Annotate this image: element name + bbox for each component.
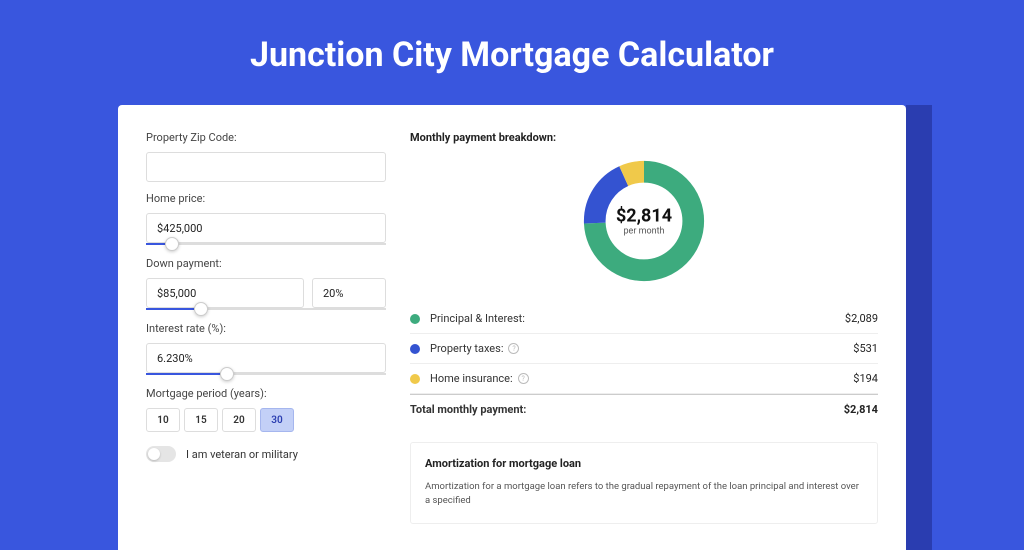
dot-icon bbox=[410, 314, 420, 324]
price-slider[interactable] bbox=[146, 241, 386, 247]
breakdown-row-tax: Property taxes:? $531 bbox=[410, 334, 878, 364]
breakdown-ins-label: Home insurance:? bbox=[430, 372, 853, 385]
breakdown-tax-label: Property taxes:? bbox=[430, 342, 853, 355]
donut-chart: $2,814 per month bbox=[579, 156, 709, 286]
down-field: Down payment: bbox=[146, 257, 386, 312]
period-label: Mortgage period (years): bbox=[146, 387, 386, 400]
down-pct-input[interactable] bbox=[312, 278, 386, 308]
breakdown-title: Monthly payment breakdown: bbox=[410, 131, 878, 144]
price-input[interactable] bbox=[146, 213, 386, 243]
down-label: Down payment: bbox=[146, 257, 386, 270]
period-20-button[interactable]: 20 bbox=[222, 408, 256, 432]
period-field: Mortgage period (years): 10 15 20 30 bbox=[146, 387, 386, 432]
rate-label: Interest rate (%): bbox=[146, 322, 386, 335]
period-15-button[interactable]: 15 bbox=[184, 408, 218, 432]
zip-label: Property Zip Code: bbox=[146, 131, 386, 144]
dot-icon bbox=[410, 374, 420, 384]
donut-chart-wrap: $2,814 per month bbox=[410, 156, 878, 286]
veteran-row: I am veteran or military bbox=[146, 446, 386, 462]
breakdown-total-value: $2,814 bbox=[844, 403, 878, 416]
veteran-toggle-knob bbox=[148, 448, 160, 460]
breakdown-row-ins: Home insurance:? $194 bbox=[410, 364, 878, 394]
breakdown-tax-value: $531 bbox=[853, 342, 878, 355]
price-label: Home price: bbox=[146, 192, 386, 205]
amortization-section: Amortization for mortgage loan Amortizat… bbox=[410, 442, 878, 524]
breakdown-ins-value: $194 bbox=[853, 372, 878, 385]
period-10-button[interactable]: 10 bbox=[146, 408, 180, 432]
price-slider-thumb[interactable] bbox=[165, 237, 179, 251]
zip-field: Property Zip Code: bbox=[146, 131, 386, 182]
donut-center: $2,814 per month bbox=[616, 206, 672, 237]
breakdown-row-total: Total monthly payment: $2,814 bbox=[410, 394, 878, 424]
breakdown-panel: Monthly payment breakdown: $2,814 per mo… bbox=[410, 131, 878, 524]
down-amount-input[interactable] bbox=[146, 278, 304, 308]
period-30-button[interactable]: 30 bbox=[260, 408, 294, 432]
decorative-strip bbox=[906, 105, 932, 550]
info-icon[interactable]: ? bbox=[508, 343, 519, 354]
veteran-toggle[interactable] bbox=[146, 446, 176, 462]
rate-field: Interest rate (%): bbox=[146, 322, 386, 377]
price-field: Home price: bbox=[146, 192, 386, 247]
breakdown-pi-value: $2,089 bbox=[845, 312, 878, 325]
inputs-panel: Property Zip Code: Home price: Down paym… bbox=[146, 131, 386, 524]
amort-title: Amortization for mortgage loan bbox=[425, 457, 863, 470]
zip-input[interactable] bbox=[146, 152, 386, 182]
breakdown-pi-label: Principal & Interest: bbox=[430, 312, 845, 325]
period-buttons: 10 15 20 30 bbox=[146, 408, 386, 432]
rate-input[interactable] bbox=[146, 343, 386, 373]
veteran-label: I am veteran or military bbox=[186, 448, 298, 461]
breakdown-row-pi: Principal & Interest: $2,089 bbox=[410, 304, 878, 334]
dot-icon bbox=[410, 344, 420, 354]
down-slider[interactable] bbox=[146, 306, 386, 312]
info-icon[interactable]: ? bbox=[518, 373, 529, 384]
calculator-card: Property Zip Code: Home price: Down paym… bbox=[118, 105, 906, 550]
rate-slider-thumb[interactable] bbox=[220, 367, 234, 381]
down-slider-thumb[interactable] bbox=[194, 302, 208, 316]
breakdown-total-label: Total monthly payment: bbox=[410, 403, 844, 416]
page-title: Junction City Mortgage Calculator bbox=[0, 0, 1024, 105]
donut-value: $2,814 bbox=[616, 206, 672, 227]
rate-slider[interactable] bbox=[146, 371, 386, 377]
donut-sub: per month bbox=[616, 227, 672, 237]
amort-text: Amortization for a mortgage loan refers … bbox=[425, 480, 863, 509]
